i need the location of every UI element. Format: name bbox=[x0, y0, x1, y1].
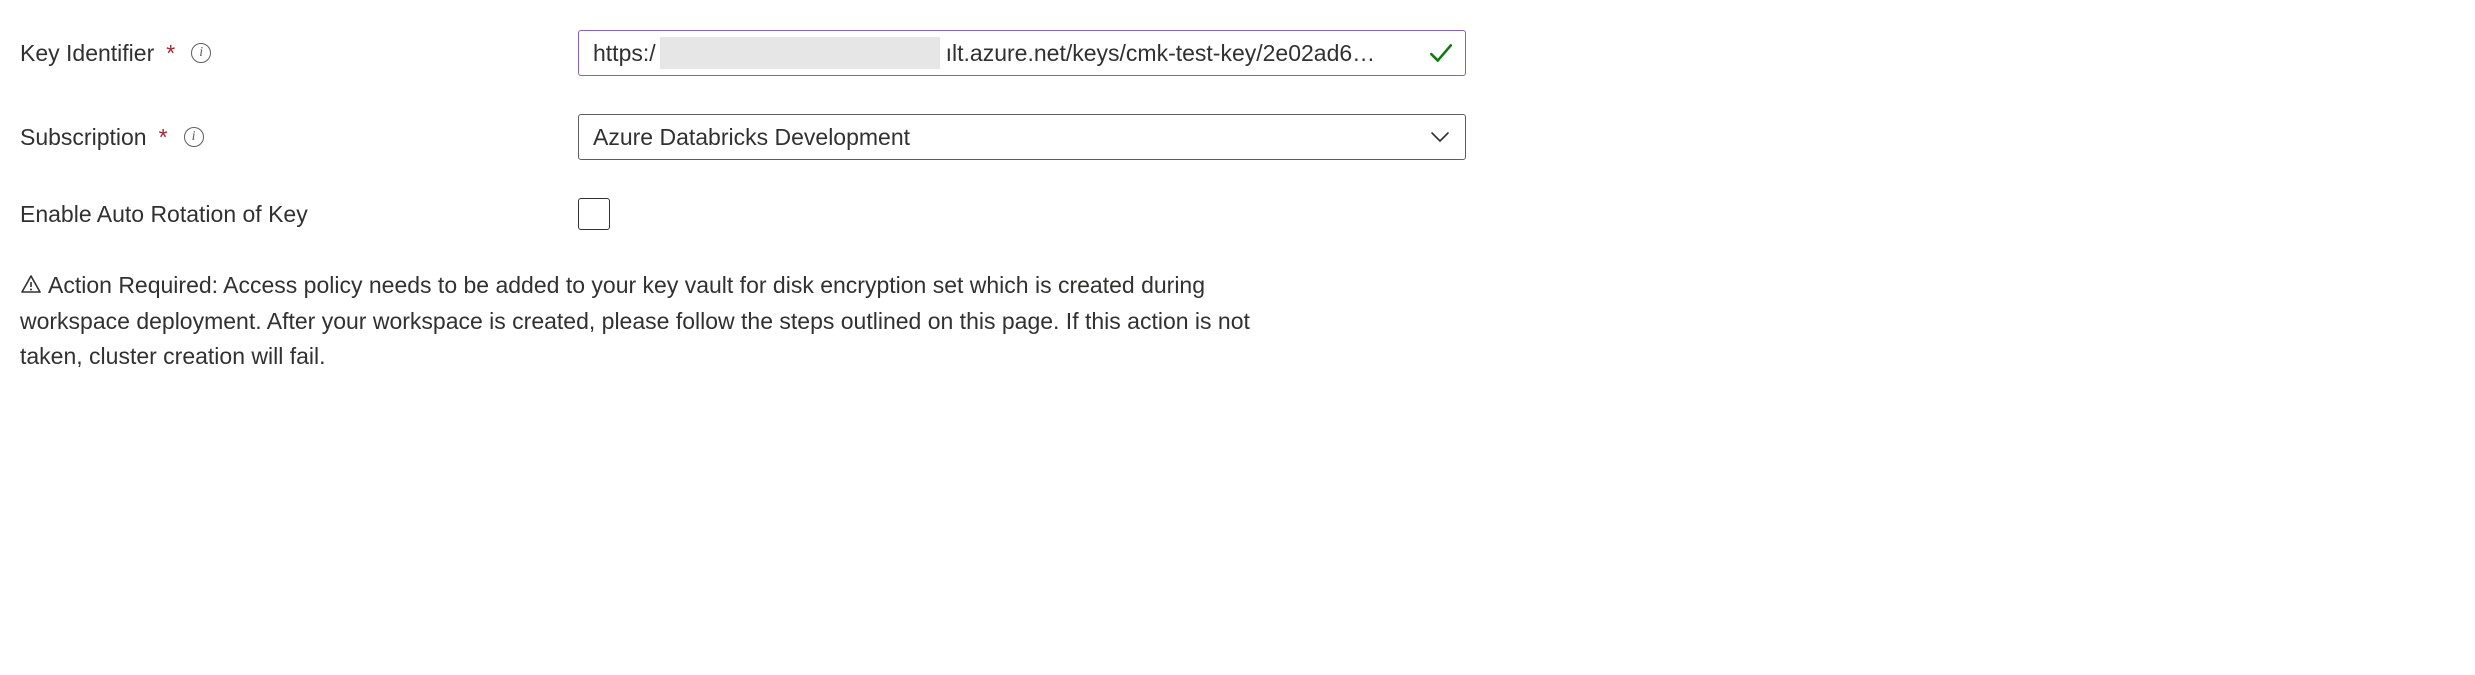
checkmark-icon bbox=[1427, 39, 1455, 67]
info-icon[interactable]: i bbox=[189, 41, 213, 65]
subscription-label-group: Subscription * i bbox=[20, 124, 578, 151]
key-identifier-label: Key Identifier bbox=[20, 40, 154, 67]
chevron-down-icon bbox=[1429, 126, 1451, 148]
auto-rotation-row: Enable Auto Rotation of Key bbox=[20, 198, 2455, 230]
key-identifier-label-group: Key Identifier * i bbox=[20, 40, 578, 67]
auto-rotation-label-group: Enable Auto Rotation of Key bbox=[20, 201, 578, 228]
required-asterisk: * bbox=[159, 124, 168, 151]
auto-rotation-checkbox[interactable] bbox=[578, 198, 610, 230]
key-identifier-masked bbox=[660, 37, 940, 69]
key-identifier-input[interactable]: https:/ ılt.azure.net/keys/cmk-test-key/… bbox=[578, 30, 1466, 76]
auto-rotation-input-col bbox=[578, 198, 1466, 230]
subscription-selected-value: Azure Databricks Development bbox=[593, 124, 910, 151]
subscription-input-col: Azure Databricks Development bbox=[578, 114, 1466, 160]
key-identifier-row: Key Identifier * i https:/ ılt.azure.net… bbox=[20, 30, 2455, 76]
info-icon[interactable]: i bbox=[182, 125, 206, 149]
auto-rotation-label: Enable Auto Rotation of Key bbox=[20, 201, 308, 228]
key-identifier-input-col: https:/ ılt.azure.net/keys/cmk-test-key/… bbox=[578, 30, 1466, 76]
warning-icon bbox=[20, 274, 42, 294]
subscription-row: Subscription * i Azure Databricks Develo… bbox=[20, 114, 2455, 160]
subscription-select[interactable]: Azure Databricks Development bbox=[578, 114, 1466, 160]
warning-message: Action Required: Access policy needs to … bbox=[20, 268, 1250, 375]
key-identifier-value-prefix: https:/ bbox=[593, 40, 656, 67]
subscription-label: Subscription bbox=[20, 124, 147, 151]
key-identifier-value-suffix: ılt.azure.net/keys/cmk-test-key/2e02ad6… bbox=[946, 40, 1419, 67]
warning-text: Action Required: Access policy needs to … bbox=[20, 272, 1250, 369]
required-asterisk: * bbox=[166, 40, 175, 67]
